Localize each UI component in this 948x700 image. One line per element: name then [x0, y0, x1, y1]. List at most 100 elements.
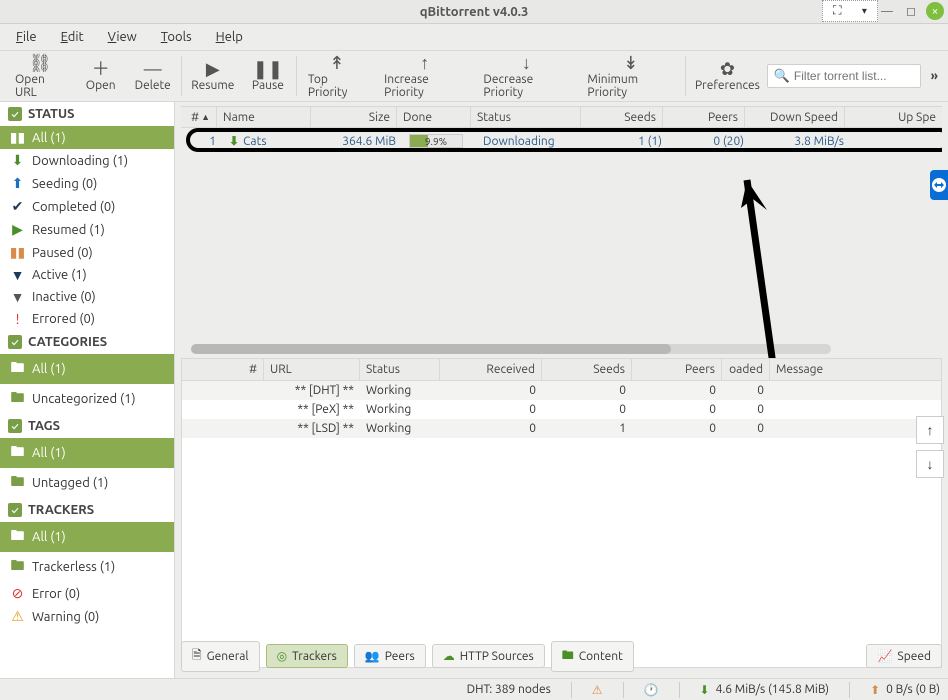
status-item-6[interactable]: ▼Active (1) — [0, 264, 174, 286]
label: All (1) — [32, 446, 66, 460]
resume-button[interactable]: ▶Resume — [184, 52, 242, 100]
pause-or-icon: ▮▮ — [10, 244, 25, 261]
pause-all-icon: ▮▮ — [10, 129, 25, 146]
window-title: qBittorrent v4.0.3 — [420, 5, 529, 19]
firewall-icon: ⚠ — [592, 683, 603, 697]
delete-button[interactable]: —Delete — [127, 52, 179, 100]
tkcol-loaded[interactable]: oaded — [722, 359, 770, 380]
tracker-filter-item-0[interactable]: 🖿All (1) — [0, 522, 174, 552]
col-peers[interactable]: Peers — [663, 107, 745, 127]
tags-header[interactable]: ✓TAGS — [0, 414, 174, 438]
plus-icon: ＋ — [92, 60, 110, 78]
decrease-priority-button[interactable]: ↓Decrease Priority — [474, 52, 578, 100]
box-icon: 🖿 — [10, 471, 25, 495]
check-icon: ✓ — [8, 107, 22, 121]
minimize-button[interactable]: — — [878, 2, 896, 20]
col-seeds[interactable]: Seeds — [581, 107, 663, 127]
col-upspeed[interactable]: Up Spe — [845, 107, 942, 127]
tracker-row[interactable]: ** [DHT] **Working0000 — [182, 381, 941, 400]
filter-box[interactable]: 🔍 — [767, 64, 921, 88]
pause-button[interactable]: ❚❚Pause — [242, 52, 294, 100]
err-icon: ! — [10, 311, 25, 327]
status-item-2[interactable]: ⬆Seeding (0) — [0, 172, 174, 195]
tkcol-seeds[interactable]: Seeds — [542, 359, 632, 380]
scrollbar-thumb[interactable] — [191, 344, 671, 354]
tab-speed[interactable]: 📈Speed — [866, 644, 942, 668]
tkcol-num[interactable]: # — [182, 359, 264, 380]
tracker-row[interactable]: ** [PeX] **Working0000 — [182, 400, 941, 419]
tkcol-url[interactable]: URL — [264, 359, 360, 380]
status-header[interactable]: ✓STATUS — [0, 102, 174, 126]
col-size[interactable]: Size — [311, 107, 397, 127]
box-icon: 🖿 — [10, 555, 25, 579]
tracker-row[interactable]: ** [LSD] **Working0100 — [182, 419, 941, 438]
status-item-1[interactable]: ⬇Downloading (1) — [0, 149, 174, 172]
torrent-peers: 0 (20) — [669, 135, 751, 148]
label: Uncategorized (1) — [32, 392, 136, 406]
category-item-0[interactable]: 🖿All (1) — [0, 354, 174, 384]
content-area: # ▲ Name Size Done Status Seeds Peers Do… — [175, 102, 948, 678]
col-status[interactable]: Status — [471, 107, 581, 127]
menu-tools[interactable]: Tools — [151, 28, 202, 46]
categories-header[interactable]: ✓CATEGORIES — [0, 330, 174, 354]
play-icon: ▶ — [206, 60, 220, 78]
up-icon: ↑ — [420, 54, 429, 72]
tracker-filter-item-3[interactable]: ⚠Warning (0) — [0, 605, 174, 628]
top-priority-button[interactable]: ↟Top Priority — [299, 52, 375, 100]
menu-help[interactable]: Help — [206, 28, 253, 46]
toolbar: ⛓Open URL ＋Open —Delete ▶Resume ❚❚Pause … — [0, 50, 948, 102]
col-name[interactable]: Name — [217, 107, 311, 127]
tracker-filter-item-2[interactable]: ⊘Error (0) — [0, 582, 174, 605]
open-url-button[interactable]: ⛓Open URL — [6, 52, 75, 100]
tkcol-peers[interactable]: Peers — [632, 359, 722, 380]
menu-file[interactable]: File — [6, 28, 47, 46]
teamviewer-tab[interactable] — [930, 170, 948, 200]
tab-http[interactable]: ☁HTTP Sources — [432, 644, 545, 668]
tab-trackers[interactable]: ◎Trackers — [266, 644, 348, 668]
tag-item-0[interactable]: 🖿All (1) — [0, 438, 174, 468]
status-item-0[interactable]: ▮▮All (1) — [0, 126, 174, 149]
torrent-row[interactable]: 1 ⬇Cats 364.6 MiB 9.9% Downloading 1 (1)… — [187, 131, 936, 151]
col-num[interactable]: # ▲ — [181, 107, 217, 127]
increase-priority-button[interactable]: ↑Increase Priority — [375, 52, 474, 100]
menu-view[interactable]: View — [98, 28, 147, 46]
move-down-button[interactable]: ↓ — [916, 450, 944, 478]
tkcol-msg[interactable]: Message — [770, 359, 941, 380]
dht-status: DHT: 389 nodes — [467, 683, 551, 696]
tracker-filter-item-1[interactable]: 🖿Trackerless (1) — [0, 552, 174, 582]
statusbar: DHT: 389 nodes ⚠ 🕐 ⬇4.6 MiB/s (145.8 MiB… — [0, 678, 948, 700]
tkcol-status[interactable]: Status — [360, 359, 440, 380]
tab-content[interactable]: 🖿Content — [551, 641, 634, 672]
label: Error (0) — [32, 587, 80, 601]
tab-peers[interactable]: 👥Peers — [354, 644, 426, 668]
move-up-button[interactable]: ↑ — [916, 416, 944, 444]
tab-general[interactable]: 🗎General — [181, 641, 260, 672]
h-scrollbar[interactable] — [191, 344, 831, 354]
status-item-3[interactable]: ✔Completed (0) — [0, 195, 174, 218]
tkcol-recv[interactable]: Received — [440, 359, 542, 380]
down-green-icon: ⬇ — [10, 152, 25, 169]
filter-input[interactable] — [794, 69, 914, 83]
status-item-5[interactable]: ▮▮Paused (0) — [0, 241, 174, 264]
close-button[interactable]: × — [926, 2, 944, 20]
expand-widget[interactable]: ⛶ ▾ — [822, 0, 878, 22]
tag-item-1[interactable]: 🖿Untagged (1) — [0, 468, 174, 498]
status-item-8[interactable]: !Errored (0) — [0, 308, 174, 330]
torrent-size: 364.6 MiB — [317, 135, 403, 148]
label: Inactive (0) — [32, 290, 96, 304]
menu-edit[interactable]: Edit — [51, 28, 94, 46]
status-item-7[interactable]: ▼Inactive (0) — [0, 286, 174, 308]
minimum-priority-button[interactable]: ↡Minimum Priority — [578, 52, 683, 100]
maximize-button[interactable]: ◻ — [902, 2, 920, 20]
category-item-1[interactable]: 🖿Uncategorized (1) — [0, 384, 174, 414]
col-done[interactable]: Done — [397, 107, 471, 127]
check-icon: ✓ — [8, 335, 22, 349]
label: Resumed (1) — [32, 223, 105, 237]
open-button[interactable]: ＋Open — [75, 52, 127, 100]
speedometer-icon[interactable]: 🕐 — [644, 683, 659, 697]
status-item-4[interactable]: ▶Resumed (1) — [0, 218, 174, 241]
col-downspeed[interactable]: Down Speed — [745, 107, 845, 127]
trackers-header[interactable]: ✓TRACKERS — [0, 498, 174, 522]
preferences-button[interactable]: ✿Preferences — [688, 52, 767, 100]
toolbar-overflow[interactable]: » — [927, 69, 942, 83]
